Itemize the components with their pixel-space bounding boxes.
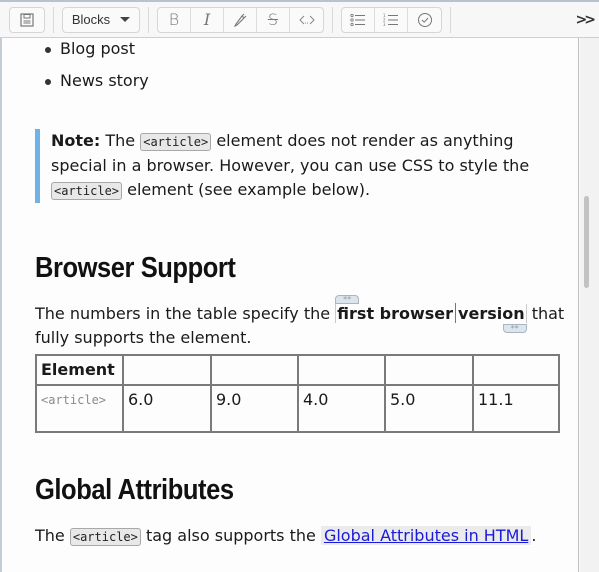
table-header-cell[interactable]	[122, 354, 212, 386]
bold-marker-close: **	[502, 324, 527, 333]
check-circle-icon	[417, 12, 432, 27]
list-group: 1 2 3	[341, 6, 442, 33]
bold-text: first browser	[337, 304, 454, 323]
editor-toolbar: Blocks B I S 1 2 3 >>	[0, 0, 599, 38]
italic-button[interactable]: I	[191, 7, 224, 32]
code-button[interactable]	[290, 8, 323, 32]
bullet-list-icon	[350, 13, 365, 26]
save-button[interactable]	[10, 8, 44, 32]
table-cell[interactable]: 6.0	[122, 384, 212, 433]
bullet-list-button[interactable]	[342, 7, 375, 32]
highlighter-icon	[233, 13, 247, 27]
table-header-row: Element	[35, 354, 560, 386]
table-cell[interactable]: 5.0	[384, 384, 474, 433]
table-header-cell[interactable]	[210, 354, 299, 386]
toolbar-divider	[53, 6, 54, 33]
text-cursor	[455, 303, 457, 323]
paragraph-text: The	[35, 526, 70, 545]
browser-support-table: Element <article> 6.0 9.0 4.0 5.0 11.1	[35, 354, 560, 433]
note-text: element (see example below).	[122, 180, 371, 199]
table-header-cell[interactable]	[297, 354, 386, 386]
table-row: <article> 6.0 9.0 4.0 5.0 11.1	[35, 384, 560, 433]
editor-content[interactable]: Blog post News story Note: The <article>…	[0, 38, 579, 572]
checklist-button[interactable]	[408, 8, 441, 32]
save-group	[9, 6, 45, 33]
global-attributes-link[interactable]: Global Attributes in HTML	[320, 526, 532, 545]
table-header-cell[interactable]: Element	[35, 354, 124, 386]
svg-text:3: 3	[383, 22, 386, 27]
toolbar-divider	[332, 6, 333, 33]
support-paragraph: The numbers in the table specify the ** f…	[35, 295, 565, 350]
bold-selection[interactable]: ** first browser	[335, 295, 454, 323]
note-text: The	[100, 131, 141, 150]
bold-selection[interactable]: version **	[458, 304, 527, 333]
heading-global-attributes: Global Attributes	[35, 474, 234, 506]
numbered-list-button[interactable]: 1 2 3	[375, 7, 408, 32]
paragraph-text: .	[531, 526, 537, 545]
code-icon	[298, 15, 315, 24]
table-header-cell[interactable]	[472, 354, 560, 386]
note-label: Note:	[51, 131, 101, 150]
paragraph-text: The numbers in the table specify the	[35, 304, 336, 323]
vertical-scrollbar[interactable]	[580, 38, 599, 572]
italic-icon: I	[203, 10, 211, 29]
note-blockquote: Note: The <article> element does not ren…	[35, 129, 555, 203]
table-cell[interactable]: 11.1	[472, 384, 560, 433]
bullet-list: Blog post News story	[45, 38, 149, 101]
strikethrough-button[interactable]: S	[257, 7, 290, 32]
inline-code: <article>	[51, 182, 123, 200]
blocks-label: Blocks	[71, 12, 111, 27]
inline-code: <article>	[69, 528, 141, 546]
blocks-group: Blocks	[62, 6, 140, 33]
strikethrough-icon: S	[267, 10, 279, 29]
format-group: B I S	[157, 6, 324, 33]
blocks-dropdown[interactable]: Blocks	[63, 8, 139, 32]
list-item: Blog post	[45, 38, 149, 69]
more-options-button[interactable]: >>	[576, 12, 597, 28]
bold-button[interactable]: B	[158, 7, 191, 32]
numbered-list-icon: 1 2 3	[383, 13, 398, 27]
bold-text: version	[458, 304, 525, 323]
bold-icon: B	[168, 10, 180, 29]
table-cell[interactable]: 9.0	[210, 384, 299, 433]
bold-marker-open: **	[335, 295, 360, 304]
list-item: News story	[45, 69, 149, 101]
table-cell[interactable]: 4.0	[297, 384, 386, 433]
floppy-disk-icon	[20, 12, 34, 27]
caret-down-icon	[120, 17, 131, 22]
toolbar-divider	[148, 6, 149, 33]
table-header-cell[interactable]	[384, 354, 474, 386]
heading-browser-support: Browser Support	[35, 252, 236, 284]
inline-code: <article>	[140, 133, 212, 151]
global-attributes-paragraph: The <article> tag also supports the Glob…	[35, 524, 565, 549]
scrollbar-thumb[interactable]	[584, 196, 589, 288]
table-cell[interactable]: <article>	[35, 384, 124, 433]
toolbar-divider	[450, 6, 451, 33]
highlight-button[interactable]	[224, 7, 257, 32]
paragraph-text: tag also supports the	[140, 526, 321, 545]
